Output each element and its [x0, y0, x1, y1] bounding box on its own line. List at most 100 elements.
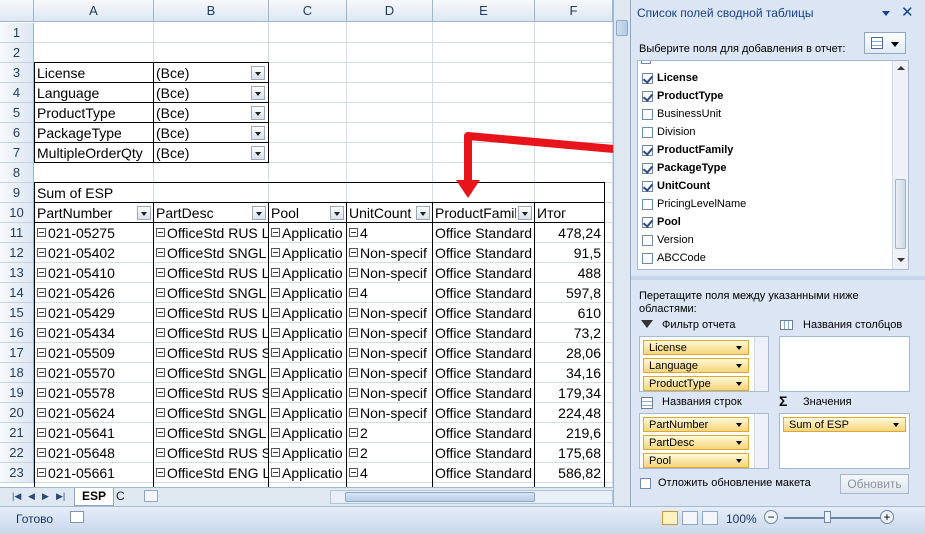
pivot-cell-pool[interactable]: Applicatio — [269, 323, 346, 343]
field-checkbox[interactable] — [642, 145, 653, 156]
field-name[interactable]: ProductFamily — [657, 144, 733, 156]
column-header-d[interactable]: D — [347, 0, 433, 22]
field-list-thumb[interactable] — [895, 179, 906, 249]
pivot-cell-part[interactable]: 021-05434 — [35, 323, 153, 343]
collapse-icon[interactable] — [271, 348, 280, 357]
collapse-icon[interactable] — [349, 308, 358, 317]
pivot-cell-desc[interactable]: OfficeStd ENG Li — [154, 463, 268, 483]
pivot-data-caption[interactable]: Sum of ESP — [35, 183, 145, 203]
row-header[interactable]: 4 — [0, 83, 34, 103]
row-header[interactable]: 16 — [0, 323, 34, 343]
report-filter-area[interactable]: License Language ProductType — [639, 336, 769, 392]
collapse-icon[interactable] — [271, 328, 280, 337]
row-labels-area[interactable]: PartNumber PartDesc Pool — [639, 413, 769, 469]
collapse-icon[interactable] — [156, 408, 165, 417]
pivot-cell-unit[interactable]: Non-specif — [347, 343, 432, 363]
pivot-cell-family[interactable]: Office Standard — [433, 423, 534, 443]
field-checkbox[interactable] — [642, 127, 653, 138]
pivot-cell-total[interactable]: 224,48 — [535, 403, 604, 423]
pivot-cell-total[interactable]: 34,16 — [535, 363, 604, 383]
tab-nav-prev-icon[interactable]: ◀ — [28, 491, 35, 502]
pivot-cell-pool[interactable]: Applicatio — [269, 383, 346, 403]
collapse-icon[interactable] — [349, 408, 358, 417]
pivot-cell-unit[interactable]: Non-specif — [347, 403, 432, 423]
pivot-header-dropdown-icon[interactable] — [330, 206, 344, 220]
collapse-icon[interactable] — [349, 328, 358, 337]
field-checkbox[interactable] — [642, 73, 653, 84]
report-filter-value[interactable]: (Все) — [154, 103, 249, 123]
pivot-header-dropdown-icon[interactable] — [252, 206, 266, 220]
pivot-cell-unit[interactable]: Non-specif — [347, 263, 432, 283]
pivot-column-header[interactable]: Pool — [269, 203, 328, 223]
pivot-column-header[interactable]: UnitCount — [347, 203, 414, 223]
page-break-view-icon[interactable] — [702, 511, 718, 525]
report-filter-dropdown-icon[interactable] — [251, 146, 265, 160]
collapse-icon[interactable] — [37, 248, 46, 257]
row-header[interactable]: 22 — [0, 443, 34, 463]
collapse-icon[interactable] — [349, 348, 358, 357]
row-header[interactable]: 10 — [0, 203, 34, 223]
pivot-cell-pool[interactable]: Applicatio — [269, 403, 346, 423]
pivot-cell-part[interactable]: 021-05410 — [35, 263, 153, 283]
collapse-icon[interactable] — [156, 328, 165, 337]
pivot-cell-family[interactable]: Office Standard — [433, 223, 534, 243]
pivot-cell-total[interactable]: 586,82 — [535, 463, 604, 483]
pivot-cell-pool[interactable]: Applicatio — [269, 303, 346, 323]
scroll-down-icon[interactable] — [897, 258, 905, 262]
report-filter-value[interactable]: (Все) — [154, 123, 249, 143]
row-header[interactable]: 13 — [0, 263, 34, 283]
pivot-cell-total[interactable]: 219,6 — [535, 423, 604, 443]
collapse-icon[interactable] — [37, 288, 46, 297]
column-header-e[interactable]: E — [433, 0, 535, 22]
collapse-icon[interactable] — [271, 368, 280, 377]
pivot-cell-total[interactable]: 478,24 — [535, 223, 604, 243]
pivot-cell-part[interactable]: 021-05641 — [35, 423, 153, 443]
macro-record-icon[interactable] — [70, 511, 84, 523]
pivot-cell-desc[interactable]: OfficeStd RUS Li — [154, 323, 268, 343]
row-header[interactable]: 12 — [0, 243, 34, 263]
collapse-icon[interactable] — [156, 308, 165, 317]
collapse-icon[interactable] — [37, 448, 46, 457]
update-button[interactable]: Обновить — [840, 474, 909, 494]
row-header[interactable]: 8 — [0, 163, 34, 183]
row-header[interactable]: 3 — [0, 63, 34, 83]
column-header-f[interactable]: F — [535, 0, 613, 22]
collapse-icon[interactable] — [37, 368, 46, 377]
collapse-icon[interactable] — [271, 468, 280, 477]
collapse-icon[interactable] — [37, 408, 46, 417]
pivot-cell-family[interactable]: Office Standard — [433, 443, 534, 463]
field-name[interactable]: ProductType — [657, 90, 723, 102]
pivot-cell-family[interactable]: Office Standard — [433, 463, 534, 483]
report-filter-value[interactable]: (Все) — [154, 83, 249, 103]
pivot-cell-part[interactable]: 021-05661 — [35, 463, 153, 483]
report-filter-value[interactable]: (Все) — [154, 63, 249, 83]
pane-splitter[interactable] — [631, 276, 925, 280]
pivot-header-dropdown-icon[interactable] — [416, 206, 430, 220]
pivot-cell-total[interactable]: 597,8 — [535, 283, 604, 303]
collapse-icon[interactable] — [349, 368, 358, 377]
column-header-b[interactable]: B — [154, 0, 269, 22]
pivot-cell-pool[interactable]: Applicatio — [269, 363, 346, 383]
row-header[interactable]: 21 — [0, 423, 34, 443]
pivot-cell-pool[interactable]: Applicatio — [269, 283, 346, 303]
zoom-out-icon[interactable]: − — [764, 510, 778, 524]
row-header[interactable]: 15 — [0, 303, 34, 323]
pivot-cell-total[interactable]: 28,06 — [535, 343, 604, 363]
field-name[interactable]: BusinessUnit — [657, 108, 721, 120]
row-header[interactable]: 2 — [0, 43, 34, 63]
pivot-cell-total[interactable]: 91,5 — [535, 243, 604, 263]
pivot-cell-family[interactable]: Office Standard — [433, 323, 534, 343]
row-header[interactable]: 7 — [0, 143, 34, 163]
area-field-chip[interactable]: Pool — [643, 453, 749, 468]
pivot-cell-pool[interactable]: Applicatio — [269, 463, 346, 483]
pivot-header-dropdown-icon[interactable] — [518, 206, 532, 220]
collapse-icon[interactable] — [349, 248, 358, 257]
report-filter-dropdown-icon[interactable] — [251, 126, 265, 140]
report-filter-dropdown-icon[interactable] — [251, 106, 265, 120]
pivot-cell-unit[interactable]: Non-specif — [347, 363, 432, 383]
tab-nav-next-icon[interactable]: ▶ — [42, 491, 49, 502]
field-checkbox[interactable] — [642, 199, 653, 210]
field-name[interactable]: ABCCode — [657, 252, 706, 264]
field-checkbox[interactable] — [642, 163, 653, 174]
row-header[interactable]: 17 — [0, 343, 34, 363]
